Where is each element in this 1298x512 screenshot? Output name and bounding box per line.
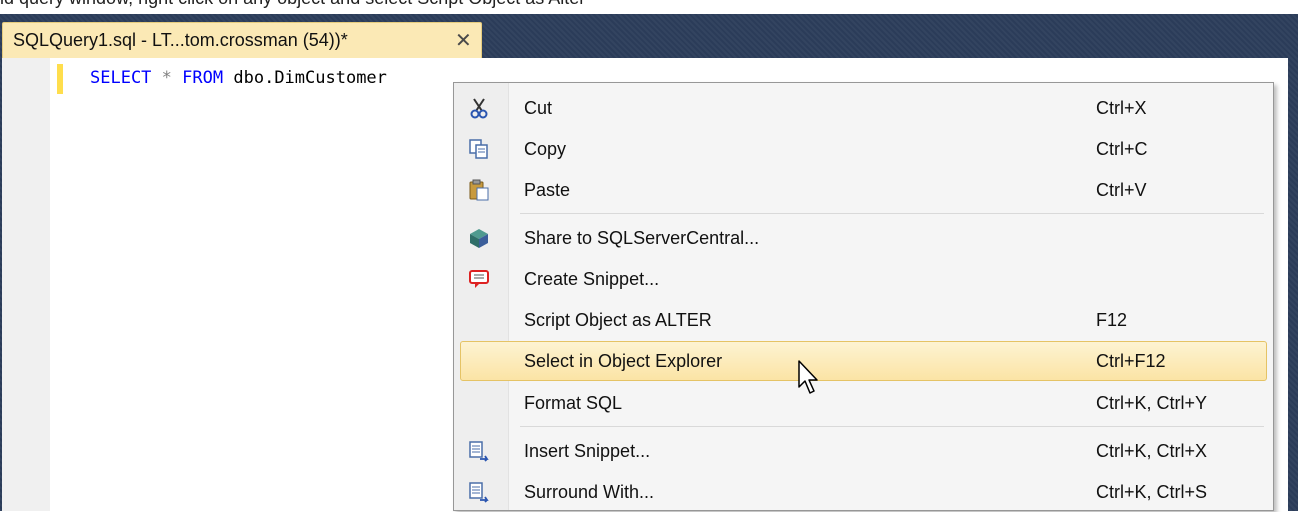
menu-item-label: Format SQL: [524, 393, 623, 413]
copy-icon: [469, 139, 488, 159]
menu-item-shortcut: Ctrl+V: [1096, 180, 1147, 200]
close-icon[interactable]: ✕: [455, 28, 472, 53]
menu-item-surround-with[interactable]: Surround With... Ctrl+K, Ctrl+S: [460, 472, 1267, 512]
menu-item-shortcut: Ctrl+K, Ctrl+X: [1096, 441, 1208, 461]
snippet-insert-icon: [469, 441, 489, 462]
mouse-pointer-icon: [798, 360, 818, 394]
menu-item-script-object-alter[interactable]: Script Object as ALTER F12: [460, 300, 1267, 340]
menu-item-label: Surround With...: [524, 482, 655, 502]
tab-query-window[interactable]: SQLQuery1.sql - LT...tom.crossman (54))*…: [2, 22, 482, 58]
menu-item-label: Select in Object Explorer: [524, 351, 723, 371]
cropped-caption-text: ld query window, right click on any obje…: [0, 0, 585, 9]
paste-icon: [469, 179, 489, 201]
menu-separator: [520, 426, 1264, 427]
change-marker: [57, 64, 63, 94]
menu-item-format-sql[interactable]: Format SQL Ctrl+K, Ctrl+Y: [460, 383, 1267, 423]
code-line-1[interactable]: SELECT * FROM dbo.DimCustomer: [90, 68, 387, 88]
keyword-select: SELECT: [90, 68, 152, 88]
menu-item-insert-snippet[interactable]: Insert Snippet... Ctrl+K, Ctrl+X: [460, 431, 1267, 471]
menu-item-label: Share to SQLServerCentral...: [524, 228, 760, 248]
menu-item-label: Create Snippet...: [524, 269, 660, 289]
menu-item-select-object-explorer[interactable]: Select in Object Explorer Ctrl+F12: [460, 341, 1267, 381]
tab-title: SQLQuery1.sql - LT...tom.crossman (54))*: [13, 30, 348, 50]
share-cube-icon: [470, 229, 488, 248]
menu-item-cut[interactable]: Cut Ctrl+X: [460, 88, 1267, 128]
menu-item-paste[interactable]: Paste Ctrl+V: [460, 170, 1267, 210]
menu-item-share-sqlservercentral[interactable]: Share to SQLServerCentral...: [460, 218, 1267, 258]
menu-item-shortcut: Ctrl+F12: [1096, 351, 1166, 371]
object-name: dbo.DimCustomer: [233, 68, 387, 88]
menu-item-create-snippet[interactable]: Create Snippet...: [460, 259, 1267, 299]
menu-item-shortcut: Ctrl+C: [1096, 139, 1148, 159]
menu-item-shortcut: F12: [1096, 310, 1128, 330]
menu-item-label: Script Object as ALTER: [524, 310, 712, 330]
menu-item-label: Insert Snippet...: [524, 441, 651, 461]
menu-item-label: Paste: [524, 180, 571, 200]
menu-item-shortcut: Ctrl+K, Ctrl+S: [1096, 482, 1208, 502]
menu-item-shortcut: Ctrl+K, Ctrl+Y: [1096, 393, 1208, 413]
context-menu: Cut Ctrl+X Copy Ctrl+C Paste Ctrl+V Shar…: [453, 82, 1274, 511]
menu-item-copy[interactable]: Copy Ctrl+C: [460, 129, 1267, 169]
menu-separator: [520, 213, 1264, 214]
cropped-caption-strip: ld query window, right click on any obje…: [0, 0, 1298, 14]
menu-item-label: Copy: [524, 139, 567, 159]
menu-item-label: Cut: [524, 98, 553, 118]
menu-item-shortcut: Ctrl+X: [1096, 98, 1147, 118]
keyword-from: FROM: [182, 68, 224, 88]
speech-bubble-icon: [469, 270, 489, 288]
scissors-icon: [470, 98, 488, 119]
editor-gutter: [2, 58, 50, 511]
star-operator: *: [161, 68, 172, 88]
snippet-insert-icon: [469, 482, 489, 503]
